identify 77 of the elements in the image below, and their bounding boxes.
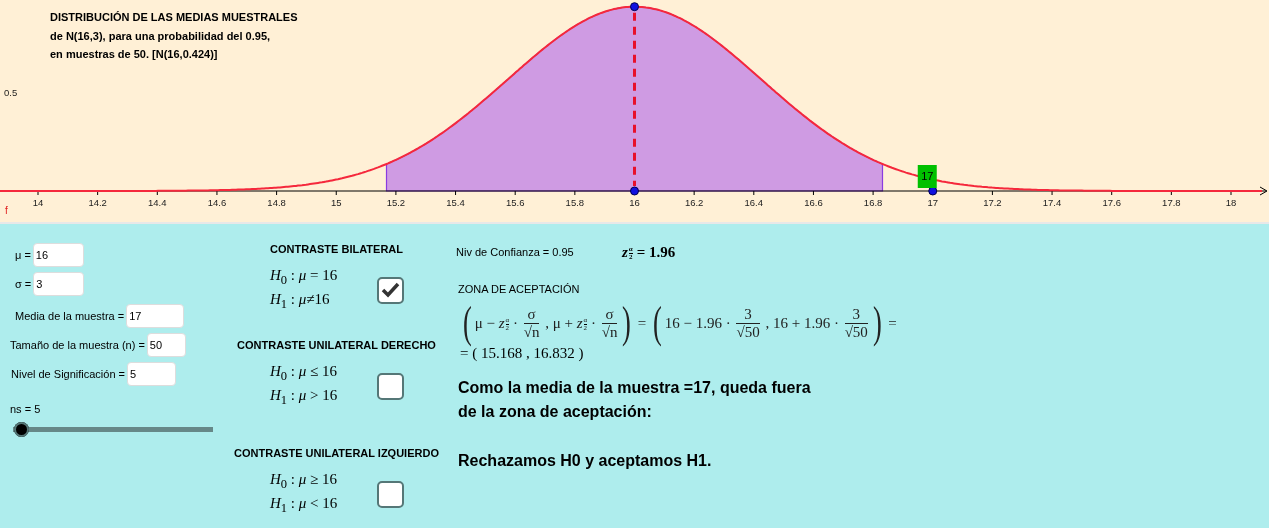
input-field[interactable]: 50 [146,333,186,357]
fraction: σ √n [600,305,619,341]
decision-text: Rechazamos H0 y aceptamos H1. [457,452,713,470]
function-label: f [5,205,8,216]
confidence-label: Niv de Confianza = 0.95 [456,246,575,258]
checkbox[interactable] [377,276,404,304]
hypothesis: H$_{1}$ : μ≠16 [270,290,331,313]
checkbox[interactable] [377,372,404,400]
field-label: Nivel de Significación = [11,368,126,380]
point-marker [630,186,639,196]
fraction: 3 √50 [843,305,869,341]
conclusion-text: de la zona de aceptación: [458,402,653,422]
axis-label: 17.6 [1102,197,1121,208]
axis-label: 17 [927,197,939,208]
parenthesis: ( [462,301,472,345]
hypothesis: H$_{0}$ : μ ≤ 16 [270,362,339,385]
math-text: = ( 15.168 , 16.832 ) [459,345,585,362]
axis-label: 15 [330,197,342,208]
hypothesis: H$_{1}$ : μ > 16 [270,386,339,409]
parenthesis: ( [653,301,662,345]
math-text: 16 − 1.96 · [664,314,732,332]
input-field[interactable]: 16 [32,243,84,267]
hypothesis: H$_{1}$ : μ < 16 [270,494,339,517]
axis-label: 16.8 [863,197,883,208]
z-value: = 1.96 [636,243,676,261]
math-text: , 16 + 1.96 · [764,314,840,332]
axis-label: 14.2 [88,197,107,208]
axis-label: 16.4 [744,197,764,208]
axis-label: 0.5 [4,87,18,98]
field-label: σ = [15,278,32,290]
input-field[interactable]: 5 [127,362,177,386]
parenthesis: ) [872,301,882,345]
conclusion-text: Como la media de la muestra =17, queda fuera [458,378,812,398]
axis-label: 16.6 [804,197,823,208]
axis-label: 14.4 [148,197,167,208]
math-text: = [887,314,897,332]
axis-label: 14.6 [207,197,227,208]
slider-thumb[interactable] [13,422,29,437]
checkbox[interactable] [377,480,404,508]
slider-label: ns = 5 [9,403,41,415]
axis-label: 14 [32,197,44,208]
axis-label: 16.2 [684,197,704,208]
axis-label: 15.4 [446,197,465,208]
axis-label: 17.4 [1042,197,1062,208]
graph-title: de N(16,3), para una probabilidad del 0.95, [50,28,272,44]
field-label: Media de la muestra = [15,310,125,322]
math-text: · [511,314,519,332]
hypothesis: H$_{0}$ : μ = 16 [270,266,339,289]
fraction: 3 √50 [735,305,761,341]
math-text: μ − [474,314,496,332]
value-label: 17 [917,165,937,188]
axis-label: 14.8 [267,197,286,208]
graph-title: DISTRIBUCIÓN DE LAS MEDIAS MUESTRALES [50,10,298,25]
axis-label: 15.8 [565,197,585,208]
field-label: μ = [15,249,31,261]
input-field[interactable]: 3 [33,272,85,296]
section-heading: CONTRASTE BILATERAL [270,243,403,255]
point-marker [928,186,938,196]
hypothesis: H$_{0}$ : μ ≥ 16 [270,470,339,493]
section-heading: CONTRASTE UNILATERAL IZQUIERDO [234,447,439,459]
fraction: σ √n [522,305,541,341]
axis-label: 17.8 [1162,197,1181,208]
graph-title: en muestras de 50. [N(16,0.424)] [50,47,219,62]
axis-label: 17.2 [983,197,1002,208]
math-text: = [636,314,648,332]
axis-label: 15.2 [386,197,406,208]
section-heading: CONTRASTE UNILATERAL DERECHO [237,339,436,351]
axis-label: 18 [1225,197,1237,208]
point-marker [630,2,639,12]
input-field[interactable]: 17 [126,304,185,328]
field-label: Tamaño de la muestra (n) = [10,339,145,351]
parenthesis: ) [622,301,632,345]
axis-label: 16 [629,197,640,208]
math-text: , μ + [544,314,574,332]
axis-label: 15.6 [505,197,525,208]
section-heading: ZONA DE ACEPTACIÓN [457,283,581,295]
math-text: · [589,314,597,332]
